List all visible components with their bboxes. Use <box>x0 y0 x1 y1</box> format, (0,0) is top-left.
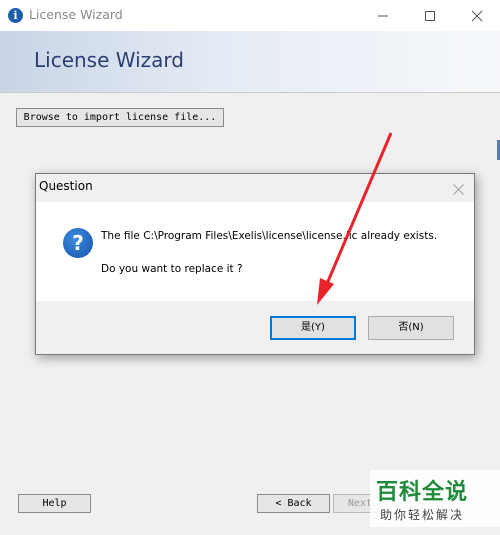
watermark: 百科全说 助你轻松解决 <box>370 470 500 527</box>
watermark-subtitle: 助你轻松解决 <box>380 508 465 522</box>
annotation-arrow <box>317 132 393 305</box>
watermark-title: 百科全说 <box>376 480 469 505</box>
